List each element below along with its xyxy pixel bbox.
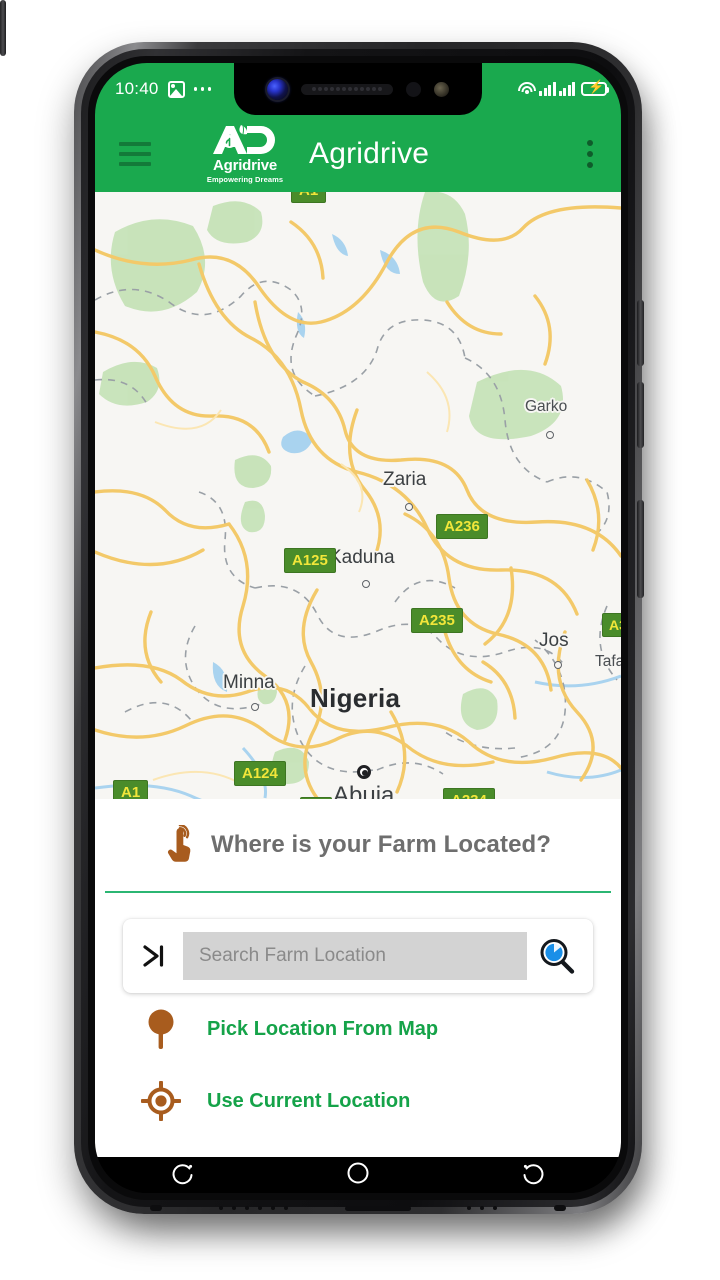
use-current-location-row[interactable]: Use Current Location [95, 1065, 621, 1137]
sheet-header: Where is your Farm Located? [95, 799, 621, 891]
kebab-menu-icon[interactable] [581, 134, 599, 174]
phone-screen: 10:40 Agridrive Empowering Dreams Agridr… [95, 63, 621, 1193]
road-shield[interactable]: A236 [436, 514, 488, 539]
signal-sim2-icon [558, 82, 575, 96]
map-city-label: Kaduna [329, 547, 395, 568]
hamburger-menu-icon[interactable] [119, 141, 151, 166]
sheet-divider [105, 891, 611, 893]
search-magnifier-icon[interactable] [537, 936, 577, 976]
map-pin-icon [141, 1007, 181, 1051]
back-icon[interactable] [169, 1159, 197, 1192]
page-title: Agridrive [309, 136, 430, 170]
option-label: Use Current Location [207, 1089, 411, 1112]
usb-port-icon [344, 1205, 411, 1211]
gps-target-icon [141, 1079, 181, 1123]
road-shield[interactable]: A234 [443, 788, 495, 799]
map-city-dot [405, 503, 413, 511]
map-city-label: Garko [525, 398, 568, 415]
map-city-dot [362, 580, 370, 588]
home-icon[interactable] [344, 1159, 372, 1192]
speaker-grille-right [467, 1206, 498, 1210]
pick-location-from-map-row[interactable]: Pick Location From Map [95, 993, 621, 1065]
earpiece-speaker-icon [301, 83, 393, 95]
search-input[interactable] [183, 932, 527, 980]
map-city-dot [554, 661, 562, 669]
phone-notch [234, 63, 482, 115]
road-shield-clipped-bottom[interactable]: A1 [113, 780, 149, 799]
volume-down-button[interactable] [637, 382, 644, 448]
touch-pointer-icon [165, 824, 195, 865]
option-label: Pick Location From Map [207, 1017, 439, 1040]
map-city-dot [251, 703, 259, 711]
battery-charging-icon [581, 80, 609, 96]
volume-up-button[interactable] [637, 300, 644, 366]
map-capital-marker [357, 765, 371, 779]
more-dots-icon [193, 87, 212, 91]
skip-forward-icon[interactable] [135, 937, 173, 975]
phone-bottom-ports [150, 1205, 566, 1211]
speaker-grille-left [218, 1206, 288, 1210]
map-city-label: Jos [539, 630, 569, 651]
sheet-question: Where is your Farm Located? [210, 831, 552, 858]
location-sheet: Where is your Farm Located? Search Farm … [95, 799, 621, 1157]
recents-icon[interactable] [519, 1159, 547, 1192]
image-icon [167, 80, 185, 98]
status-bar-right [518, 80, 609, 96]
map-city-label: Minna [223, 672, 275, 693]
road-shield-clipped-top[interactable]: A1 [291, 192, 327, 203]
proximity-sensor-icon [406, 81, 421, 97]
road-shield[interactable]: A125 [284, 548, 336, 573]
map-city-label: Tafawa Balewa [595, 653, 621, 670]
map-city-label: Zaria [383, 469, 427, 490]
status-bar-clock: 10:40 [115, 79, 159, 98]
assistant-button[interactable] [0, 0, 6, 56]
search-farm-location-card [123, 919, 593, 993]
road-shield[interactable]: A124 [234, 761, 286, 786]
screenshot-root: 10:40 Agridrive Empowering Dreams Agridr… [0, 0, 720, 1280]
map-country-label: Nigeria [310, 683, 401, 713]
light-sensor-icon [434, 81, 449, 97]
headphone-jack-icon [150, 1205, 162, 1211]
power-button[interactable] [637, 500, 644, 598]
microphone-hole-icon [554, 1205, 566, 1211]
logo-wordmark: Agridrive [212, 157, 278, 175]
road-shield[interactable]: A3 [602, 613, 621, 637]
agridrive-logo: Agridrive Empowering Dreams [203, 123, 287, 184]
status-bar-left: 10:40 [115, 79, 212, 99]
wifi-icon [518, 82, 536, 96]
map-city-label: Abuja [333, 782, 395, 799]
map-city-dot [546, 431, 554, 439]
signal-sim1-icon [539, 82, 556, 96]
front-camera-icon [267, 78, 288, 100]
android-nav-buttons [95, 1157, 621, 1193]
map-view[interactable]: Garko Zaria Kaduna Bauchi Jos Tafawa Bal… [95, 192, 621, 799]
app-bar: Agridrive Empowering Dreams Agridrive [95, 115, 621, 192]
agridrive-logo-icon [207, 123, 283, 157]
road-shield[interactable]: A235 [411, 608, 463, 633]
logo-tagline: Empowering Dreams [206, 175, 284, 185]
